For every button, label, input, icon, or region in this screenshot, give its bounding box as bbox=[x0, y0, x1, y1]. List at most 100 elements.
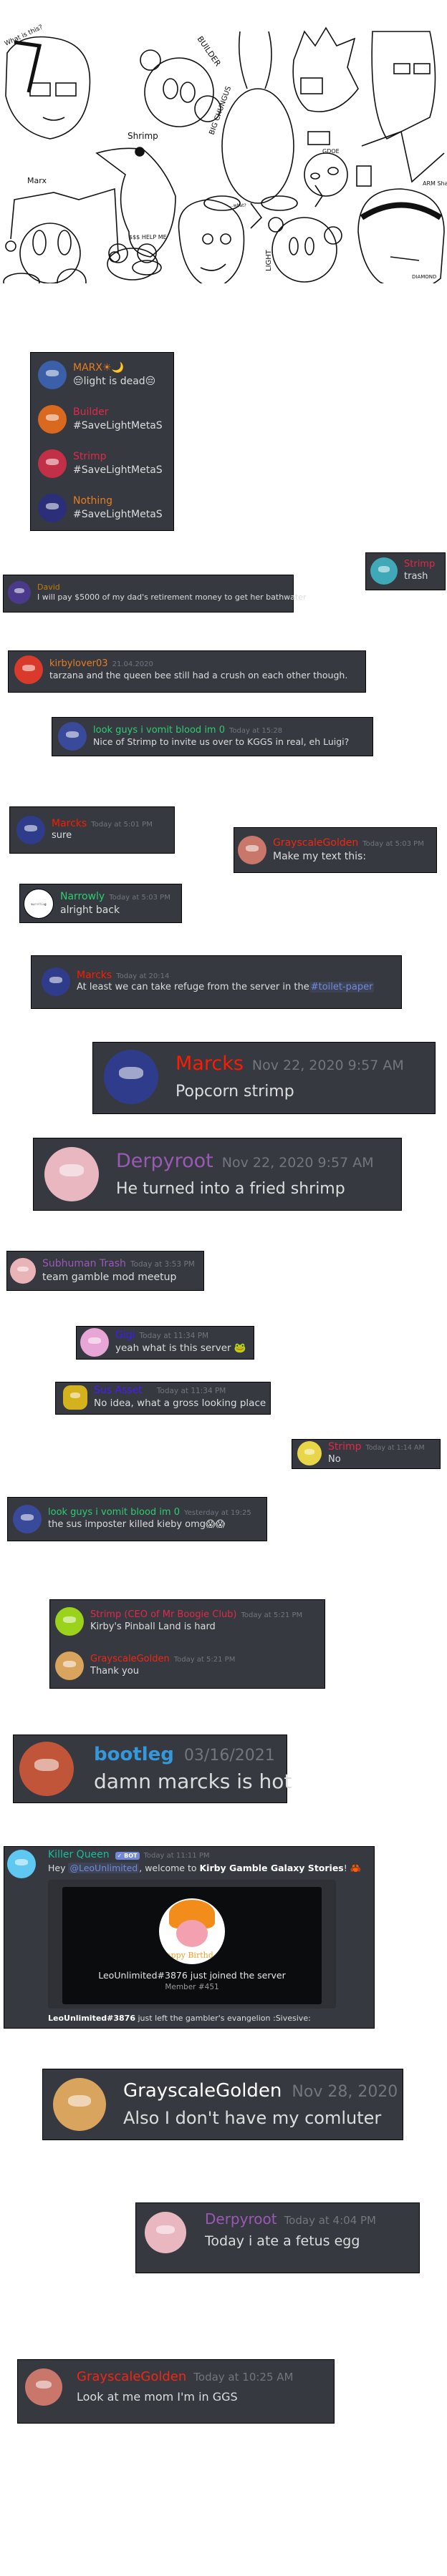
message-card: kirbylover03 21.04.2020 tarzana and the q… bbox=[8, 650, 366, 693]
username[interactable]: Strimp bbox=[404, 559, 435, 570]
new-member-avatar: appy Birthd bbox=[159, 1898, 225, 1964]
builder-kirby-sketch bbox=[140, 49, 221, 127]
username[interactable]: look guys i vomit blood im 0 bbox=[93, 725, 225, 736]
avatar[interactable] bbox=[297, 1441, 322, 1466]
chat-message: Marcks Today at 20:14 At least we can tak… bbox=[32, 956, 401, 1008]
avatar[interactable] bbox=[58, 722, 87, 751]
username[interactable]: Gigi bbox=[115, 1330, 135, 1342]
member-row[interactable]: Nothing #SaveLightMetaS bbox=[31, 486, 173, 530]
message-text: Kirby's Pinball Land is hard bbox=[90, 1621, 216, 1632]
status-text: #SaveLightMetaS bbox=[73, 508, 163, 520]
welcome-card-image: appy Birthd LeoUnlimited#3876 just joine… bbox=[62, 1887, 322, 2004]
avatar[interactable] bbox=[8, 581, 31, 604]
avatar[interactable] bbox=[238, 836, 266, 864]
username[interactable]: Marcks bbox=[176, 1052, 244, 1076]
timestamp: Yesterday at 19:25 bbox=[184, 1509, 251, 1518]
avatar[interactable] bbox=[19, 1742, 74, 1796]
gdoe-ball-sketch bbox=[304, 152, 372, 197]
chat-message: David I will pay $5000 of my dad's retir… bbox=[4, 575, 307, 610]
avatar[interactable] bbox=[38, 494, 67, 522]
avatar[interactable] bbox=[80, 1328, 109, 1357]
username[interactable]: Strimp (CEO of Mr Boogie Club) bbox=[90, 1609, 237, 1621]
chat-message: Strimp trash bbox=[366, 553, 445, 589]
message-text: yeah what is this server 🐸 bbox=[115, 1342, 246, 1354]
glasses-man-sketch bbox=[5, 36, 91, 140]
username[interactable]: bootleg bbox=[94, 1743, 174, 1767]
username[interactable]: Marcks bbox=[52, 818, 87, 831]
avatar[interactable] bbox=[53, 2078, 106, 2131]
username[interactable]: Marcks bbox=[77, 970, 112, 982]
username[interactable]: David bbox=[37, 582, 289, 592]
member-row[interactable]: Builder #SaveLightMetaS bbox=[31, 397, 173, 441]
username[interactable]: kirbylover03 bbox=[49, 658, 108, 670]
message-card: Gigi Today at 11:34 PM yeah what is this … bbox=[76, 1326, 254, 1360]
username[interactable]: Derpyroot bbox=[116, 1149, 213, 1174]
avatar[interactable] bbox=[370, 557, 398, 585]
message-text: Also I don't have my comluter bbox=[123, 2107, 382, 2128]
avatar[interactable]: something bbox=[24, 889, 54, 919]
username[interactable]: Nothing bbox=[73, 495, 163, 508]
username[interactable]: Narrowly bbox=[60, 891, 105, 904]
username[interactable]: Sus Asset bbox=[94, 1385, 143, 1397]
avatar-text: something bbox=[31, 902, 47, 906]
bot-username[interactable]: Killer Queen bbox=[48, 1849, 110, 1862]
user-mention[interactable]: @LeoUnlimited bbox=[68, 1863, 140, 1873]
username[interactable]: Subhuman Trash bbox=[42, 1258, 126, 1271]
avatar[interactable] bbox=[55, 1607, 84, 1636]
chat-message: look guys i vomit blood im 0 Yesterday at… bbox=[8, 1498, 266, 1541]
timestamp: Today at 11:34 PM bbox=[139, 1332, 209, 1341]
chat-message: Derpyroot Nov 22, 2020 9:57 AM He turned … bbox=[34, 1138, 401, 1210]
drawing-label-arm: ARM Sharg bbox=[423, 180, 447, 187]
avatar[interactable] bbox=[16, 816, 45, 844]
chat-message: Marcks Today at 5:01 PM sure bbox=[10, 807, 174, 853]
username[interactable]: Builder bbox=[73, 406, 163, 419]
avatar[interactable] bbox=[25, 2368, 62, 2406]
member-count: Member #451 bbox=[165, 1983, 219, 1991]
bot-avatar[interactable] bbox=[7, 1850, 36, 1878]
avatar[interactable] bbox=[44, 1147, 99, 1201]
username[interactable]: GrayscaleGolden bbox=[77, 2369, 186, 2386]
username[interactable]: Strimp bbox=[73, 451, 163, 464]
message-text: trash bbox=[404, 570, 428, 582]
avatar[interactable] bbox=[42, 967, 70, 996]
message-text: sure bbox=[52, 830, 72, 841]
timestamp: Today at 15:28 bbox=[229, 726, 283, 735]
avatar[interactable] bbox=[55, 1652, 84, 1680]
username[interactable]: look guys i vomit blood im 0 bbox=[48, 1507, 180, 1518]
username[interactable]: GrayscaleGolden bbox=[90, 1654, 170, 1665]
award-emblem-avatar[interactable] bbox=[63, 1385, 87, 1410]
avatar[interactable] bbox=[13, 1505, 42, 1533]
left-text: just left the gambler's evangelion :Sive… bbox=[135, 2014, 311, 2023]
left-user[interactable]: LeoUnlimited#3876 bbox=[48, 2014, 135, 2023]
message-card: Derpyroot Today at 4:04 PM Today i ate a … bbox=[135, 2202, 420, 2273]
message-text: Look at me mom I'm in GGS bbox=[77, 2389, 238, 2404]
status-text: #SaveLightMetaS bbox=[73, 419, 163, 431]
username[interactable]: GrayscaleGolden bbox=[273, 837, 358, 850]
username[interactable]: GrayscaleGolden bbox=[123, 2079, 282, 2103]
chat-message: look guys i vomit blood im 0 Today at 15:… bbox=[52, 718, 372, 755]
server-name: Kirby Gamble Galaxy Stories bbox=[199, 1863, 344, 1873]
timestamp: Today at 5:21 PM bbox=[173, 1656, 236, 1664]
username[interactable]: Derpyroot bbox=[205, 2210, 277, 2228]
avatar[interactable] bbox=[38, 405, 67, 434]
message-text: Nice of Strimp to invite us over to KGGS… bbox=[93, 736, 350, 747]
member-row[interactable]: MARX☀🌙 😔light is dead😔 bbox=[31, 353, 173, 397]
message-card: Marcks Nov 22, 2020 9:57 AM Popcorn strim… bbox=[92, 1042, 436, 1114]
username[interactable]: Strimp bbox=[328, 1441, 362, 1454]
message-text: Popcorn strimp bbox=[176, 1082, 294, 1101]
avatar[interactable] bbox=[104, 1050, 158, 1104]
username[interactable]: MARX☀🌙 bbox=[73, 362, 155, 375]
timestamp: Nov 28, 2020 bbox=[292, 2083, 398, 2102]
message-text: damn marcks is hot bbox=[94, 1770, 292, 1794]
chat-message: Subhuman Trash Today at 3:53 PM team gamb… bbox=[7, 1252, 203, 1290]
avatar[interactable] bbox=[14, 655, 43, 684]
avatar[interactable] bbox=[38, 449, 67, 478]
text-prefix: Hey bbox=[48, 1863, 69, 1873]
message-card: look guys i vomit blood im 0 Today at 15:… bbox=[52, 717, 373, 756]
avatar[interactable] bbox=[38, 361, 67, 389]
avatar[interactable] bbox=[10, 1258, 36, 1284]
left-notice: LeoUnlimited#3876 just left the gambler'… bbox=[48, 2014, 311, 2023]
avatar[interactable] bbox=[145, 2212, 186, 2253]
member-row[interactable]: Strimp #SaveLightMetaS bbox=[31, 441, 173, 486]
channel-link[interactable]: #toilet-paper bbox=[309, 982, 375, 993]
